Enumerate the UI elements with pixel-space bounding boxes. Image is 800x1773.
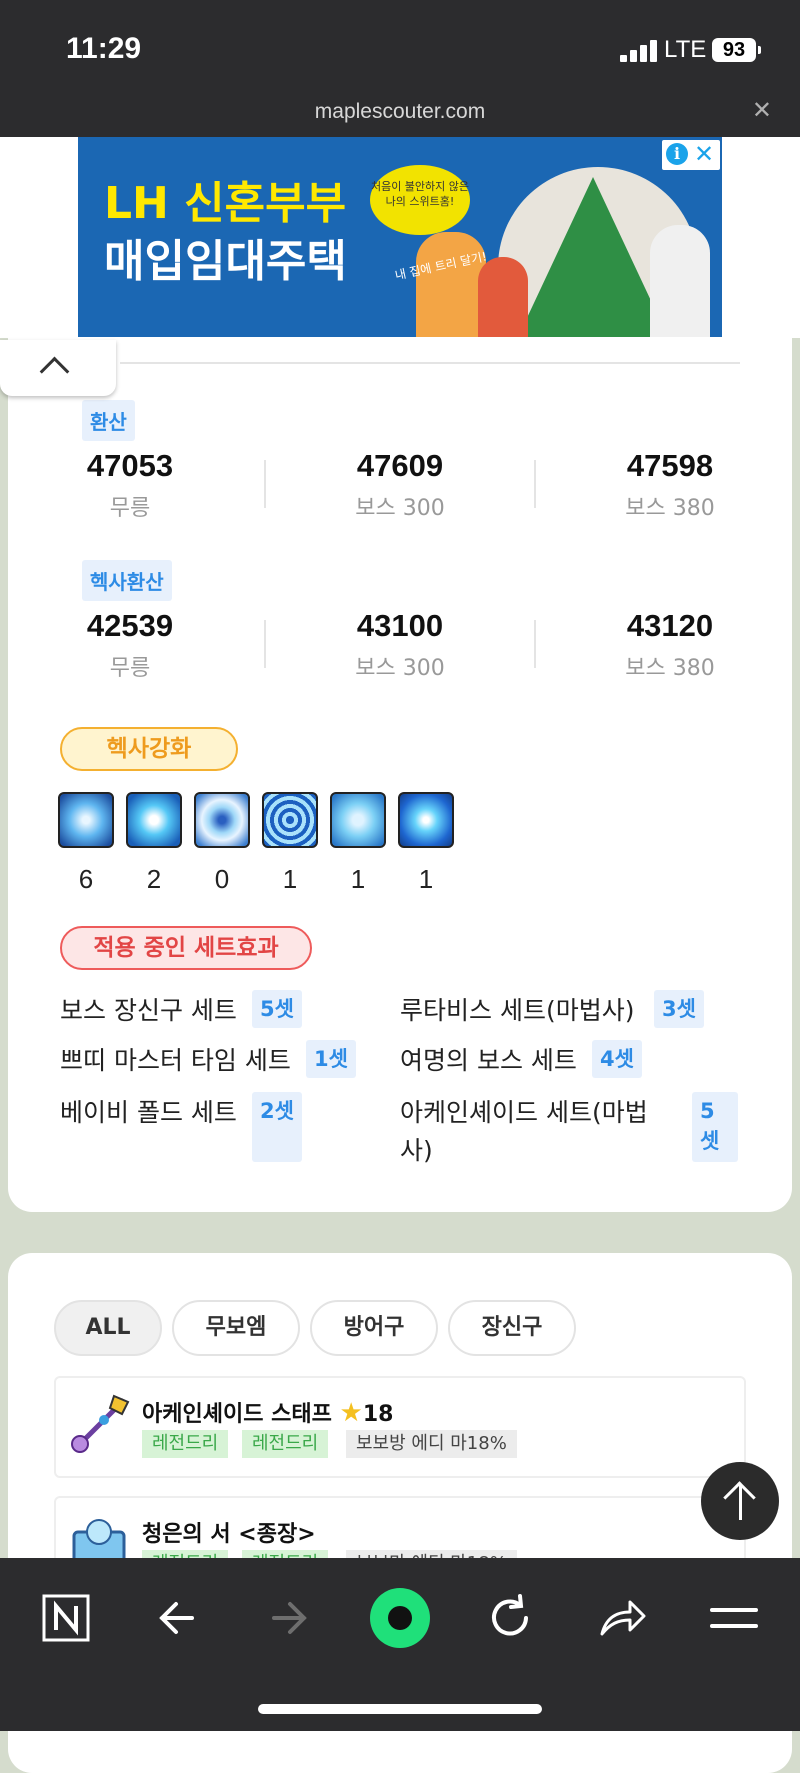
stat-label: 보스 300 bbox=[355, 496, 445, 521]
stat-label: 무릉 bbox=[109, 496, 151, 521]
stat-value: 47598 bbox=[626, 448, 714, 483]
hexa-skill-6-icon[interactable] bbox=[398, 792, 454, 848]
refresh-icon[interactable] bbox=[480, 1588, 540, 1648]
set-effect-name: 루타비스 세트(마법사) bbox=[400, 996, 635, 1025]
filter-all[interactable]: ALL bbox=[54, 1300, 162, 1356]
stat-value: 47609 bbox=[356, 448, 444, 483]
set-effect-count: 3셋 bbox=[654, 990, 704, 1028]
set-effect-name: 여명의 보스 세트 bbox=[400, 1046, 577, 1075]
address-bar[interactable]: maplescouter.com ✕ bbox=[0, 96, 800, 137]
conversion-stat-boss380: 47598 보스 380 bbox=[570, 448, 770, 522]
menu-icon[interactable] bbox=[704, 1588, 764, 1648]
item-name: 청은의 서 <종장> bbox=[142, 1522, 316, 1547]
hexa-skill-5-icon[interactable] bbox=[330, 792, 386, 848]
back-icon[interactable] bbox=[148, 1588, 208, 1648]
stat-label: 보스 300 bbox=[355, 656, 445, 681]
staff-icon bbox=[71, 1394, 130, 1453]
ad-speech-bubble: 처음이 불안하지 않은 나의 스위트홈! bbox=[370, 165, 470, 235]
set-effect-name: 아케인셰이드 세트(마법사) bbox=[400, 1098, 648, 1165]
hexa-skill-2-icon[interactable] bbox=[126, 792, 182, 848]
stat-value: 43100 bbox=[356, 608, 444, 643]
hexa-skill-level: 6 bbox=[78, 864, 94, 894]
ad-headline: LH 신혼부부 bbox=[104, 178, 347, 229]
person-illustration bbox=[416, 232, 486, 337]
hexa-skill-level: 1 bbox=[418, 864, 434, 894]
conversion-stat-mureung: 47053 무릉 bbox=[30, 448, 230, 522]
green-dot-icon[interactable] bbox=[368, 1586, 432, 1650]
stat-value: 43120 bbox=[626, 608, 714, 643]
person-illustration bbox=[650, 225, 710, 337]
hexa-skill-3-icon[interactable] bbox=[194, 792, 250, 848]
ad-subheadline: 매입임대주택 bbox=[104, 236, 347, 287]
share-icon[interactable] bbox=[592, 1588, 652, 1648]
ad-area: LH 신혼부부 매입임대주택 처음이 불안하지 않은 나의 스위트홈! 내 집에… bbox=[0, 137, 800, 338]
stat-label: 무릉 bbox=[109, 656, 151, 681]
close-icon[interactable]: ✕ bbox=[694, 140, 714, 168]
hexa-section-title: 헥사강화 bbox=[60, 727, 238, 771]
forward-icon[interactable] bbox=[258, 1588, 318, 1648]
battery-icon: 93 bbox=[712, 38, 761, 62]
filter-weapon-emblem[interactable]: 무보엠 bbox=[172, 1300, 300, 1356]
home-indicator bbox=[258, 1704, 542, 1714]
status-bar: 11:29 LTE 93 bbox=[0, 0, 800, 100]
hexa-stat-boss380: 43120 보스 380 bbox=[570, 608, 770, 682]
stat-value: 47053 bbox=[86, 448, 174, 483]
naver-home-icon[interactable] bbox=[36, 1588, 96, 1648]
conversion-label: 환산 bbox=[82, 400, 135, 441]
potential-tag: 레전드리 bbox=[142, 1430, 229, 1458]
conversion-stat-boss300: 47609 보스 300 bbox=[300, 448, 500, 522]
hexa-skill-level: 1 bbox=[282, 864, 298, 894]
chevron-up-icon bbox=[39, 356, 70, 387]
divider bbox=[264, 620, 266, 668]
stat-label: 보스 380 bbox=[625, 496, 715, 521]
christmas-tree-illustration bbox=[518, 177, 668, 337]
set-effect-count: 2셋 bbox=[252, 1092, 302, 1162]
arrow-up-shaft bbox=[739, 1484, 742, 1520]
option-summary-tag: 보보방 에디 마18% bbox=[346, 1430, 517, 1458]
hexa-skill-4-icon[interactable] bbox=[262, 792, 318, 848]
stat-value: 42539 bbox=[86, 608, 174, 643]
set-effect-name: 보스 장신구 세트 bbox=[60, 996, 237, 1025]
browser-toolbar bbox=[0, 1558, 800, 1731]
stat-label: 보스 380 bbox=[625, 656, 715, 681]
hexa-skill-1-icon[interactable] bbox=[58, 792, 114, 848]
divider bbox=[534, 620, 536, 668]
close-icon[interactable]: ✕ bbox=[752, 96, 772, 124]
ad-choices[interactable]: i ✕ bbox=[662, 140, 720, 170]
filter-accessory[interactable]: 장신구 bbox=[448, 1300, 576, 1356]
star-icon: ★ bbox=[339, 1398, 363, 1428]
signal-icon bbox=[620, 40, 660, 62]
set-effect-count: 1셋 bbox=[306, 1040, 356, 1078]
divider bbox=[120, 362, 740, 364]
hexa-stat-mureung: 42539 무릉 bbox=[30, 608, 230, 682]
collapse-button[interactable] bbox=[0, 340, 116, 396]
item-name: 아케인셰이드 스태프 ★18 bbox=[142, 1396, 393, 1428]
hexa-skill-level: 1 bbox=[350, 864, 366, 894]
hexa-conversion-label: 헥사환산 bbox=[82, 560, 172, 601]
set-effect-name: 쁘띠 마스터 타임 세트 bbox=[60, 1046, 291, 1075]
set-effect-count: 5셋 bbox=[252, 990, 302, 1028]
ad-banner[interactable]: LH 신혼부부 매입임대주택 처음이 불안하지 않은 나의 스위트홈! 내 집에… bbox=[78, 137, 722, 337]
set-effect-count: 5셋 bbox=[692, 1092, 738, 1162]
set-effects-title: 적용 중인 세트효과 bbox=[60, 926, 312, 970]
additional-potential-tag: 레전드리 bbox=[242, 1430, 329, 1458]
hexa-stat-boss300: 43100 보스 300 bbox=[300, 608, 500, 682]
hexa-skill-level: 0 bbox=[214, 864, 230, 894]
divider bbox=[534, 460, 536, 508]
item-name-text: 아케인셰이드 스태프 bbox=[142, 1402, 332, 1427]
status-time: 11:29 bbox=[66, 32, 142, 65]
network-type: LTE bbox=[664, 36, 707, 63]
divider bbox=[264, 460, 266, 508]
child-illustration bbox=[478, 257, 528, 337]
filter-armor[interactable]: 방어구 bbox=[310, 1300, 438, 1356]
set-effect-count: 4셋 bbox=[592, 1040, 642, 1078]
url-text[interactable]: maplescouter.com bbox=[0, 100, 800, 124]
set-effect-name: 베이비 폴드 세트 bbox=[60, 1098, 237, 1127]
hexa-skill-level: 2 bbox=[146, 864, 162, 894]
star-force-count: 18 bbox=[362, 1402, 394, 1427]
info-icon[interactable]: i bbox=[666, 143, 688, 165]
equipment-item[interactable]: 아케인셰이드 스태프 ★18 레전드리 레전드리 보보방 에디 마18% bbox=[54, 1376, 746, 1478]
scroll-to-top-button[interactable] bbox=[701, 1462, 779, 1540]
